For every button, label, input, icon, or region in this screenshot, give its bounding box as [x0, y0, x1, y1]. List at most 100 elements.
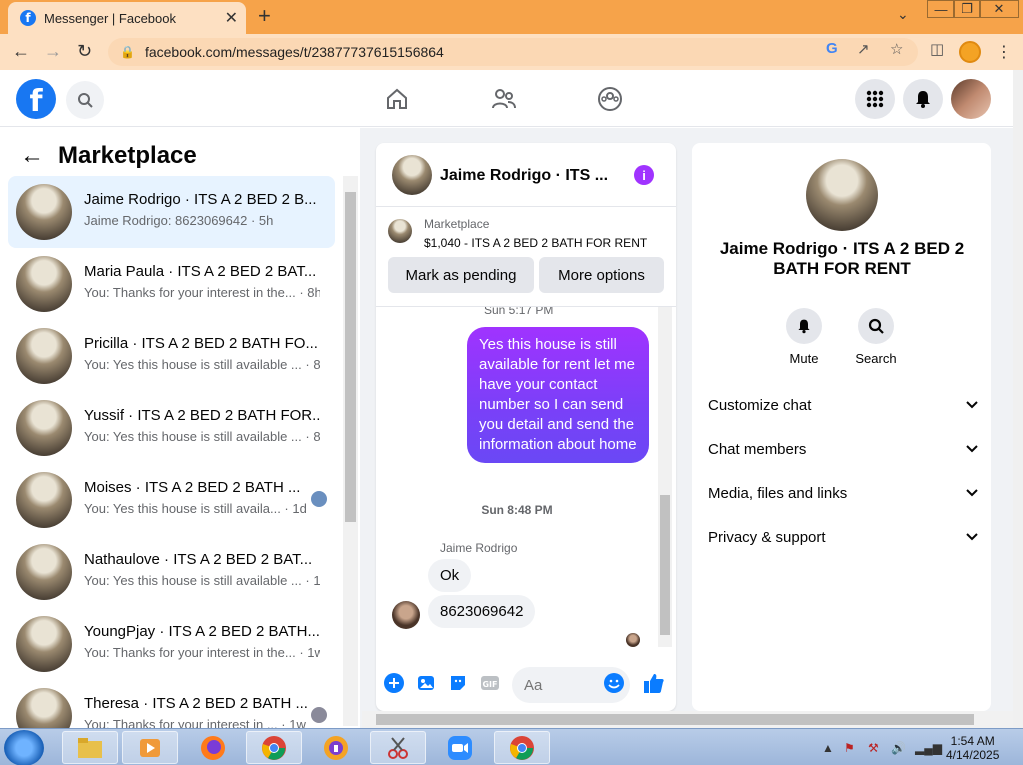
conversation-item[interactable]: Theresa · ITS A 2 BED 2 BATH ... You: Th…	[8, 680, 335, 728]
section-label: Chat members	[708, 440, 807, 458]
notifications-button[interactable]	[903, 79, 943, 119]
info-icon[interactable]: i	[634, 165, 654, 185]
conversation-preview: You: Thanks for your interest in the... …	[84, 645, 320, 660]
conversation-item[interactable]: Nathaulove · ITS A 2 BED 2 BAT... You: Y…	[8, 536, 335, 608]
tab-close-icon[interactable]: ✕	[225, 8, 238, 28]
file-explorer-taskbar-icon[interactable]	[62, 731, 118, 764]
chat-details-avatar[interactable]	[806, 159, 878, 231]
signal-bars-icon[interactable]: ▂▄▆	[915, 741, 942, 755]
conversation-item[interactable]: Maria Paula · ITS A 2 BED 2 BAT... You: …	[8, 248, 335, 320]
account-avatar[interactable]	[951, 79, 991, 119]
customize-chat-row[interactable]: Customize chat	[708, 393, 978, 417]
search-button[interactable]	[66, 81, 104, 119]
show-hidden-icons-icon[interactable]: ▲	[822, 741, 834, 755]
horizontal-scrollbar[interactable]	[362, 711, 1013, 728]
back-arrow-icon[interactable]: ←	[12, 41, 30, 62]
chrome-profile-taskbar-icon[interactable]	[494, 731, 550, 764]
friends-nav-button[interactable]	[489, 84, 519, 114]
share-icon[interactable]: ↗	[857, 40, 870, 58]
media-files-links-row[interactable]: Media, files and links	[708, 481, 978, 505]
system-clock[interactable]: 1:54 AM 4/14/2025	[946, 734, 999, 762]
conversation-name: Nathaulove · ITS A 2 BED 2 BAT...	[84, 551, 313, 568]
chevron-down-icon	[966, 533, 978, 541]
listing-thumbnail	[16, 544, 72, 600]
listing-title[interactable]: $1,040 - ITS A 2 BED 2 BATH FOR RENT	[424, 236, 647, 250]
minimize-button[interactable]: —	[927, 0, 955, 18]
network-flag-icon[interactable]: ⚑	[844, 741, 855, 755]
listing-thumbnail	[16, 256, 72, 312]
mark-as-pending-button[interactable]: Mark as pending	[388, 257, 534, 293]
plus-icon[interactable]	[382, 671, 406, 695]
conversation-list-scrollbar[interactable]	[343, 176, 358, 726]
facebook-logo-icon[interactable]: f	[16, 79, 56, 119]
url-text: facebook.com/messages/t/2387773761515686…	[144, 44, 444, 60]
browser-menu-icon[interactable]: ⋮	[996, 42, 1012, 62]
groups-nav-button[interactable]	[595, 84, 625, 114]
sticker-icon[interactable]	[446, 671, 470, 695]
conversation-item[interactable]: Jaime Rodrigo · ITS A 2 BED 2 B... Jaime…	[8, 176, 335, 248]
security-icon[interactable]: ⚒	[868, 741, 879, 755]
conversation-preview: You: Yes this house is still availa... ·…	[84, 501, 307, 516]
conversation-name: Theresa · ITS A 2 BED 2 BATH ...	[84, 695, 308, 712]
tab-search-chevron-icon[interactable]: ⌄	[897, 6, 909, 23]
timestamp: Sun 8:48 PM	[481, 503, 553, 517]
gif-icon[interactable]: GIF	[478, 671, 502, 695]
conversation-item[interactable]: Moises · ITS A 2 BED 2 BATH ... You: Yes…	[8, 464, 335, 536]
page-scrollbar[interactable]	[1013, 70, 1023, 728]
browser-profile-avatar[interactable]	[959, 41, 981, 63]
address-bar[interactable]: 🔒 facebook.com/messages/t/23877737615156…	[108, 38, 918, 66]
message-input[interactable]	[524, 675, 604, 695]
search-in-chat-button[interactable]: Search	[846, 308, 906, 366]
start-button[interactable]	[4, 730, 44, 765]
listing-thumbnail	[16, 184, 72, 240]
zoom-taskbar-icon[interactable]	[432, 731, 488, 764]
outgoing-message: Yes this house is still available for re…	[467, 327, 649, 463]
chat-scrollbar[interactable]	[658, 307, 672, 647]
browser-tab[interactable]: f Messenger | Facebook ✕	[8, 2, 246, 34]
conversation-name: YoungPjay · ITS A 2 BED 2 BATH...	[84, 623, 320, 640]
back-arrow-icon[interactable]: ←	[20, 142, 44, 170]
bookmark-star-icon[interactable]: ☆	[890, 40, 903, 58]
menu-button[interactable]	[855, 79, 895, 119]
maximize-button[interactable]: ❐	[953, 0, 981, 18]
conversation-preview: You: Thanks for your interest in the... …	[84, 285, 320, 300]
chat-members-row[interactable]: Chat members	[708, 437, 978, 461]
scrollbar-thumb[interactable]	[660, 495, 670, 635]
new-tab-button[interactable]: +	[258, 3, 271, 29]
chat-title[interactable]: Jaime Rodrigo · ITS ...	[440, 167, 608, 185]
scrollbar-thumb[interactable]	[376, 714, 974, 725]
privacy-support-row[interactable]: Privacy & support	[708, 525, 978, 549]
photo-icon[interactable]	[414, 671, 438, 695]
chat-panel: Jaime Rodrigo · ITS ... i Marketplace $1…	[376, 143, 676, 711]
conversation-preview: You: Yes this house is still available .…	[84, 357, 320, 372]
volume-icon[interactable]: 🔊	[891, 741, 906, 755]
close-window-button[interactable]: ✕	[979, 0, 1019, 18]
listing-thumbnail	[16, 616, 72, 672]
chrome-taskbar-icon[interactable]	[246, 731, 302, 764]
chat-details-title: Jaime Rodrigo · ITS A 2 BED 2 BATH FOR R…	[719, 239, 965, 278]
chat-avatar[interactable]	[392, 155, 432, 195]
seen-avatar	[311, 707, 327, 723]
listing-thumbnail[interactable]	[388, 219, 412, 243]
browser-toolbar: ← → ↻ 🔒 facebook.com/messages/t/23877737…	[0, 34, 1023, 70]
home-nav-button[interactable]	[382, 84, 412, 114]
conversation-name: Yussif · ITS A 2 BED 2 BATH FOR...	[84, 407, 320, 424]
reload-icon[interactable]: ↻	[77, 41, 92, 62]
firefox-taskbar-icon[interactable]	[185, 731, 241, 764]
mute-button[interactable]: Mute	[774, 308, 834, 366]
google-lens-icon[interactable]: G	[826, 40, 838, 57]
conversation-item[interactable]: Pricilla · ITS A 2 BED 2 BATH FO... You:…	[8, 320, 335, 392]
vpn-taskbar-icon[interactable]	[308, 731, 364, 764]
snipping-tool-taskbar-icon[interactable]	[370, 731, 426, 764]
conversation-item[interactable]: Yussif · ITS A 2 BED 2 BATH FOR... You: …	[8, 392, 335, 464]
sender-avatar[interactable]	[392, 601, 420, 629]
forward-arrow-icon[interactable]: →	[44, 41, 62, 62]
seen-avatar	[311, 491, 327, 507]
conversation-item[interactable]: YoungPjay · ITS A 2 BED 2 BATH... You: T…	[8, 608, 335, 680]
scrollbar-thumb[interactable]	[345, 192, 356, 522]
more-options-button[interactable]: More options	[539, 257, 664, 293]
side-panel-icon[interactable]: ◫	[930, 40, 944, 58]
emoji-icon[interactable]	[602, 671, 626, 695]
media-player-taskbar-icon[interactable]	[122, 731, 178, 764]
thumbs-up-icon[interactable]	[642, 671, 666, 695]
